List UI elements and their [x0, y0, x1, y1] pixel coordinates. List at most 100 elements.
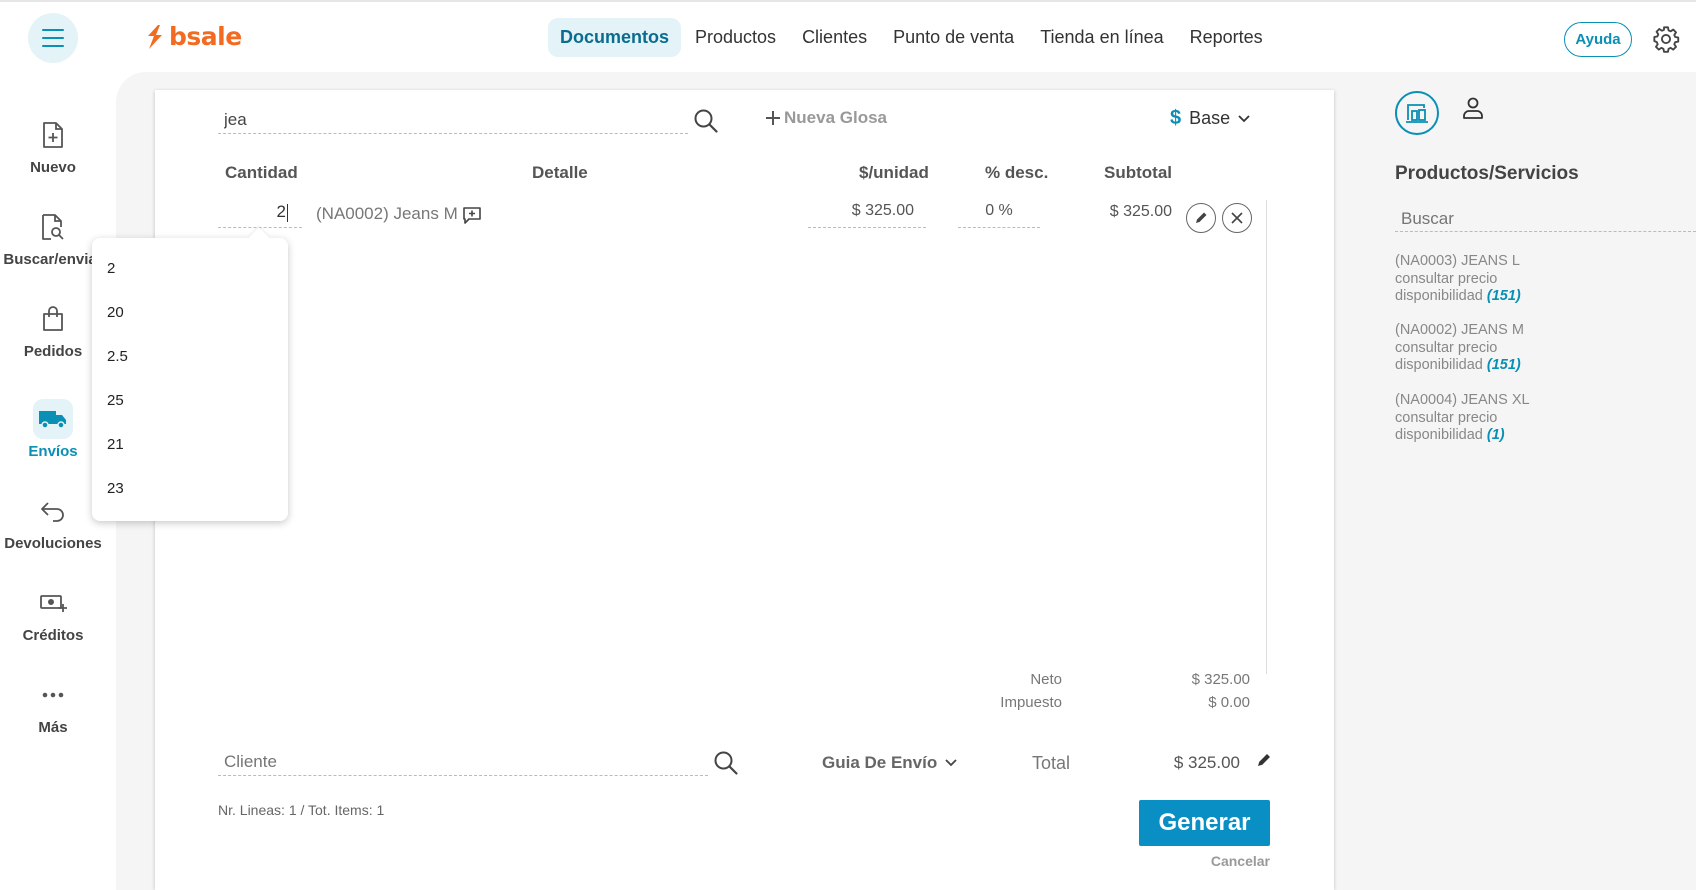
line-unit-price-input[interactable]: $ 325.00 — [808, 202, 926, 228]
nav-clientes[interactable]: Clientes — [790, 18, 879, 57]
lines-summary: Nr. Lineas: 1 / Tot. Items: 1 — [218, 802, 385, 818]
nav-punto-de-venta[interactable]: Punto de venta — [881, 18, 1026, 57]
sidebar-label-buscar: Buscar/enviar — [3, 251, 103, 268]
user-icon[interactable] — [1462, 96, 1484, 120]
file-plus-icon — [33, 115, 73, 155]
generate-button[interactable]: Generar — [1139, 800, 1270, 846]
sidebar-label-envios: Envíos — [28, 443, 78, 460]
line-qty-value: 2 — [276, 202, 286, 221]
qty-option[interactable]: 2 — [107, 260, 115, 277]
plus-icon — [766, 111, 780, 125]
bolt-logo-icon — [148, 24, 162, 49]
return-arrow-icon — [33, 491, 73, 531]
line-detail: (NA0002) Jeans M — [316, 204, 458, 223]
column-divider — [1266, 200, 1267, 674]
close-icon — [1231, 212, 1243, 224]
sidebar-item-mas[interactable]: Más — [0, 675, 106, 736]
brand-logo[interactable]: bsale — [145, 22, 242, 51]
truck-icon — [33, 399, 73, 439]
product-list-item[interactable]: (NA0003) JEANS L consultar precio dispon… — [1395, 253, 1521, 306]
help-button[interactable]: Ayuda — [1564, 22, 1632, 57]
product-price: consultar precio — [1395, 339, 1498, 356]
price-list-value: Base — [1189, 108, 1231, 128]
nav-reportes[interactable]: Reportes — [1178, 18, 1275, 57]
gear-icon[interactable] — [1652, 25, 1680, 53]
hamburger-menu-icon[interactable] — [28, 13, 78, 63]
top-bar: bsale Documentos Productos Clientes Punt… — [0, 0, 1696, 72]
product-name: (NA0003) JEANS L — [1395, 253, 1520, 269]
neto-label: Neto — [1030, 671, 1062, 688]
col-header-detail: Detalle — [532, 163, 588, 182]
sidebar-label-creditos: Créditos — [22, 627, 84, 644]
product-name: (NA0002) JEANS M — [1395, 322, 1524, 338]
sidebar-item-envios[interactable]: Envíos — [0, 399, 106, 460]
dollar-icon: $ — [1170, 107, 1182, 129]
add-comment-icon[interactable] — [463, 207, 481, 224]
client-search-icon[interactable] — [713, 750, 739, 776]
app-root: bsale Documentos Productos Clientes Punt… — [0, 0, 1696, 890]
search-icon[interactable] — [693, 108, 719, 134]
product-list-item[interactable]: (NA0002) JEANS M consultar precio dispon… — [1395, 322, 1524, 375]
qty-option[interactable]: 2.5 — [107, 348, 128, 365]
col-header-qty: Cantidad — [225, 163, 298, 182]
product-availability-count: (151) — [1486, 288, 1521, 304]
qty-option[interactable]: 21 — [107, 436, 124, 453]
more-dots-icon — [33, 675, 73, 715]
document-type-select[interactable]: Guia De Envío — [822, 753, 957, 773]
products-panel-title: Productos/Servicios — [1395, 163, 1579, 184]
nav-productos[interactable]: Productos — [683, 18, 788, 57]
cancel-link[interactable]: Cancelar — [1200, 853, 1270, 869]
qty-option[interactable]: 23 — [107, 480, 124, 497]
new-gloss-button[interactable]: Nueva Glosa — [766, 108, 887, 128]
total-label: Total — [1031, 753, 1070, 773]
nav-tienda-en-linea[interactable]: Tienda en línea — [1028, 18, 1175, 57]
product-search-input[interactable] — [218, 106, 688, 134]
qty-option[interactable]: 25 — [107, 392, 124, 409]
total-value: $ 325.00 — [1173, 753, 1240, 772]
sidebar-label-mas: Más — [38, 719, 68, 736]
product-availability-label: disponibilidad — [1395, 427, 1483, 443]
sidebar-item-creditos[interactable]: Créditos — [0, 583, 106, 644]
line-discount-input[interactable]: 0 % — [958, 202, 1040, 228]
file-search-icon — [33, 207, 73, 247]
qty-option[interactable]: 20 — [107, 304, 124, 321]
product-availability-label: disponibilidad — [1395, 357, 1483, 373]
document-type-value: Guia De Envío — [822, 753, 938, 772]
edit-line-button[interactable] — [1186, 203, 1216, 233]
product-availability-label: disponibilidad — [1395, 288, 1483, 304]
neto-value: $ 325.00 — [1191, 671, 1250, 688]
qty-suggestions-dropdown: 2 20 2.5 25 21 23 — [92, 238, 288, 521]
sidebar-label-pedidos: Pedidos — [23, 343, 83, 360]
tax-value: $ 0.00 — [1208, 694, 1250, 711]
sidebar-item-pedidos[interactable]: Pedidos — [0, 299, 106, 360]
main-nav: Documentos Productos Clientes Punto de v… — [548, 18, 1277, 57]
sidebar-item-buscar[interactable]: Buscar/enviar — [0, 207, 106, 268]
col-header-discount: % desc. — [985, 163, 1049, 182]
new-gloss-label: Nueva Glosa — [784, 108, 887, 127]
client-search-input[interactable] — [218, 748, 708, 776]
sidebar-item-devoluciones[interactable]: Devoluciones — [0, 491, 106, 552]
product-price: consultar precio — [1395, 270, 1498, 287]
chevron-down-icon — [1238, 114, 1250, 122]
remove-line-button[interactable] — [1222, 203, 1252, 233]
edit-total-pencil-icon[interactable] — [1256, 752, 1272, 768]
products-search-input[interactable] — [1395, 206, 1696, 232]
sidebar: Nuevo Buscar/enviar Pedidos Envíos Devol… — [0, 72, 106, 890]
product-price: consultar precio — [1395, 409, 1498, 426]
product-name: (NA0004) JEANS XL — [1395, 392, 1530, 408]
product-list-item[interactable]: (NA0004) JEANS XL consultar precio dispo… — [1395, 392, 1530, 445]
price-list-select[interactable]: $ Base — [1170, 107, 1250, 130]
brand-name: bsale — [169, 22, 242, 51]
sidebar-label-nuevo: Nuevo — [30, 159, 76, 176]
nav-documentos[interactable]: Documentos — [548, 18, 682, 57]
chevron-down-icon — [945, 759, 957, 767]
tab-products-services[interactable] — [1395, 91, 1439, 135]
tax-label: Impuesto — [1000, 694, 1062, 711]
sidebar-item-nuevo[interactable]: Nuevo — [0, 115, 106, 176]
sidebar-label-devoluciones: Devoluciones — [4, 535, 102, 552]
money-plus-icon — [33, 583, 73, 623]
col-header-subtotal: Subtotal — [1104, 163, 1172, 182]
product-availability-count: (1) — [1486, 427, 1505, 443]
line-subtotal: $ 325.00 — [1109, 203, 1172, 220]
line-qty-input[interactable]: 2 — [218, 202, 302, 228]
